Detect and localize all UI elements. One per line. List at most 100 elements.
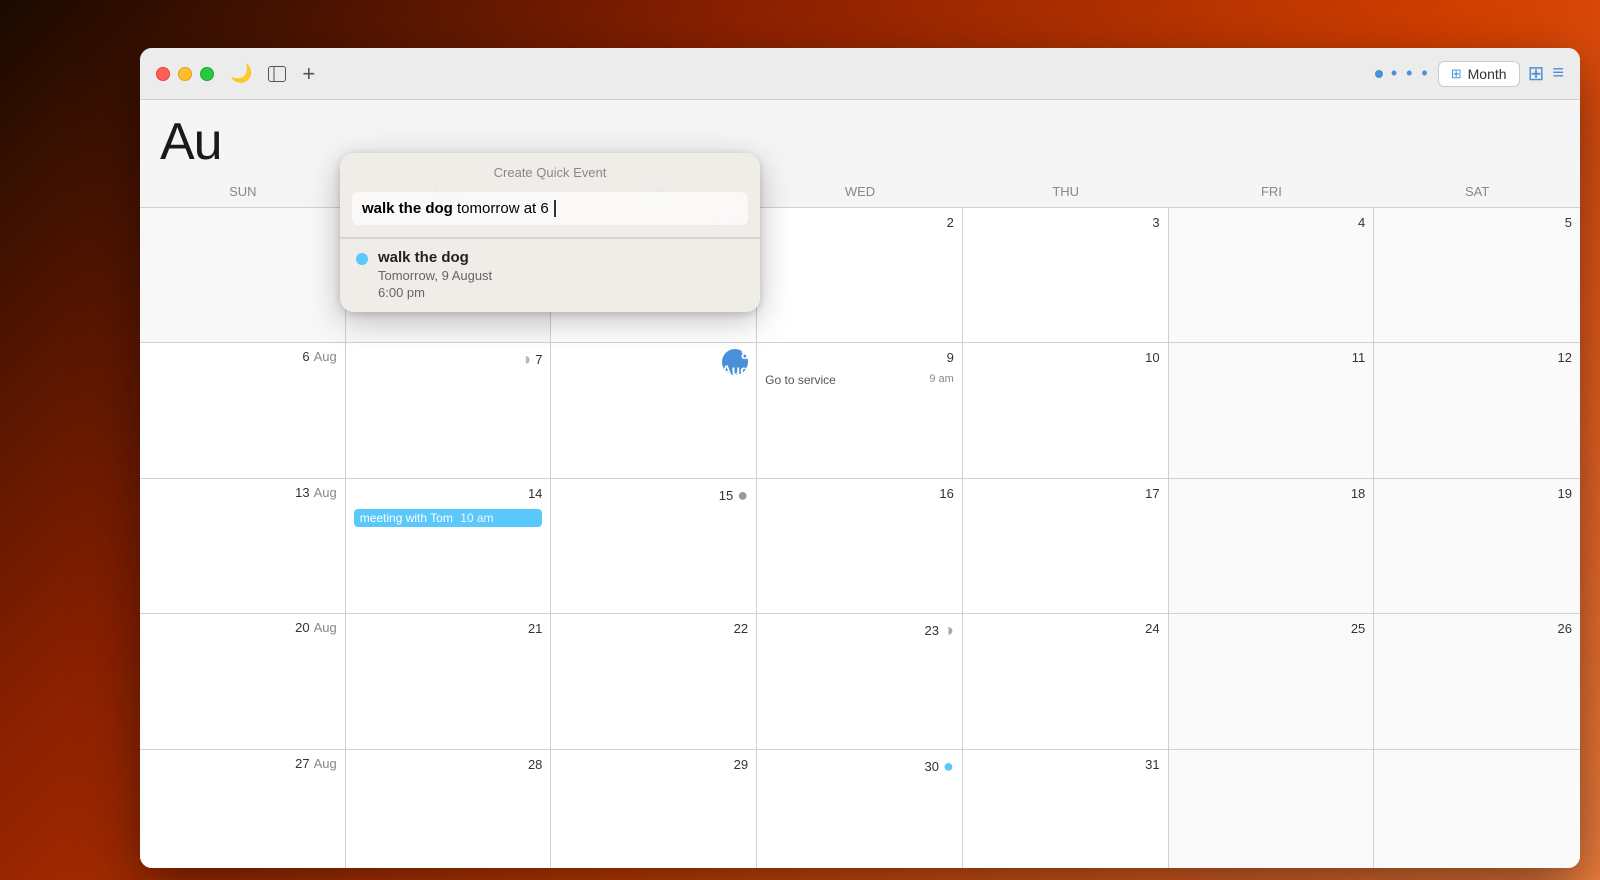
notification-dot — [1375, 70, 1383, 78]
grid-dots-icon: ⊞ — [1451, 66, 1462, 82]
date-27-num: 27 — [295, 756, 309, 771]
cell-aug15[interactable]: 15 ● — [551, 479, 757, 613]
date-25-num: 25 — [1351, 621, 1365, 636]
cell-aug20[interactable]: 20 Aug — [140, 614, 346, 748]
date-2-num: 2 — [947, 215, 954, 230]
cell-aug18[interactable]: 18 — [1169, 479, 1375, 613]
date-7-num: 7 — [535, 352, 542, 367]
cell-empty-next1[interactable] — [1169, 750, 1375, 868]
minimize-button[interactable] — [178, 67, 192, 81]
month-view-button[interactable]: ⊞ Month — [1438, 61, 1520, 87]
header-fri: FRI — [1169, 180, 1375, 203]
calendar-row-2: 6 Aug ◑ 7 8 Aug — [140, 343, 1580, 478]
suggestion-title: walk the dog — [378, 249, 492, 266]
desktop-background: 🌙 + • • • ⊞ Month ⊞ ≡ — [0, 0, 1600, 880]
cell-empty-1[interactable] — [140, 208, 346, 342]
date-29-num: 29 — [734, 757, 748, 772]
cell-aug19[interactable]: 19 — [1374, 479, 1580, 613]
event-service-text: Go to service — [765, 373, 836, 387]
dark-mode-icon[interactable]: 🌙 — [230, 63, 252, 84]
cell-aug24[interactable]: 24 — [963, 614, 1169, 748]
header-sat: SAT — [1374, 180, 1580, 203]
date-21-num: 21 — [528, 621, 542, 636]
cell-aug6[interactable]: 6 Aug — [140, 343, 346, 477]
date-26-num: 26 — [1558, 621, 1572, 636]
traffic-lights — [156, 67, 214, 81]
cell-aug7[interactable]: ◑ 7 — [346, 343, 552, 477]
date-5-num: 5 — [1565, 215, 1572, 230]
suggestion-time: 6:00 pm — [378, 285, 492, 300]
app-window: 🌙 + • • • ⊞ Month ⊞ ≡ — [140, 48, 1580, 868]
event-meeting-time: 10 am — [460, 511, 493, 525]
date-6-num: 6 — [302, 349, 309, 364]
dots-menu-icon[interactable]: • • • — [1391, 63, 1430, 84]
moon-aug15: ● — [737, 485, 748, 506]
date-18-num: 18 — [1351, 486, 1365, 501]
suggestion-color-dot — [356, 253, 368, 265]
cell-aug10[interactable]: 10 — [963, 343, 1169, 477]
cell-aug8[interactable]: 8 Aug — [551, 343, 757, 477]
cell-aug12[interactable]: 12 — [1374, 343, 1580, 477]
cell-aug5[interactable]: 5 — [1374, 208, 1580, 342]
cell-aug16[interactable]: 16 — [757, 479, 963, 613]
cell-aug3[interactable]: 3 — [963, 208, 1169, 342]
add-event-button[interactable]: + — [302, 61, 315, 87]
moon-aug23: ◑ — [943, 620, 954, 641]
date-9-num: 9 — [947, 350, 954, 365]
date-30-num: 30 — [925, 759, 939, 774]
popup-input-area: walk the dog tomorrow at 6 — [340, 188, 760, 237]
month-title-text: Au — [160, 113, 222, 171]
cell-aug22[interactable]: 22 — [551, 614, 757, 748]
popup-suggestion[interactable]: walk the dog Tomorrow, 9 August 6:00 pm — [340, 238, 760, 312]
date-19-num: 19 — [1558, 486, 1572, 501]
input-bold-text: walk the dog — [362, 200, 453, 217]
calendar-row-5: 27 Aug 28 29 30 ● — [140, 750, 1580, 868]
input-rest-text: tomorrow at 6 — [453, 200, 549, 217]
cell-aug30[interactable]: 30 ● — [757, 750, 963, 868]
cell-aug17[interactable]: 17 — [963, 479, 1169, 613]
cell-aug28[interactable]: 28 — [346, 750, 552, 868]
cell-aug29[interactable]: 29 — [551, 750, 757, 868]
cell-aug27[interactable]: 27 Aug — [140, 750, 346, 868]
moon-aug7: ◑ — [520, 349, 531, 370]
cell-aug11[interactable]: 11 — [1169, 343, 1375, 477]
suggestion-date: Tomorrow, 9 August — [378, 268, 492, 283]
maximize-button[interactable] — [200, 67, 214, 81]
event-go-to-service[interactable]: Go to service 9 am — [765, 371, 954, 387]
date-31-num: 31 — [1145, 757, 1159, 772]
date-20-num: 20 — [295, 620, 309, 635]
date-14-num: 14 — [528, 486, 542, 501]
app-grid-icon[interactable]: ⊞ — [1528, 61, 1545, 86]
close-button[interactable] — [156, 67, 170, 81]
cell-aug23[interactable]: 23 ◑ — [757, 614, 963, 748]
calendar-row-3: 13 Aug 14 meeting with Tom 10 am 15 — [140, 479, 1580, 614]
cell-aug13[interactable]: 13 Aug — [140, 479, 346, 613]
titlebar: 🌙 + • • • ⊞ Month ⊞ ≡ — [140, 48, 1580, 100]
date-20-label: Aug — [314, 620, 337, 635]
sidebar-toggle-icon[interactable] — [268, 66, 286, 82]
today-badge-8: 8 Aug — [722, 349, 748, 375]
cell-aug2[interactable]: 2 — [757, 208, 963, 342]
date-17-num: 17 — [1145, 486, 1159, 501]
quick-event-popup: Create Quick Event walk the dog tomorrow… — [340, 153, 760, 312]
cell-aug4[interactable]: 4 — [1169, 208, 1375, 342]
cell-aug26[interactable]: 26 — [1374, 614, 1580, 748]
cell-aug25[interactable]: 25 — [1169, 614, 1375, 748]
cell-aug14[interactable]: 14 meeting with Tom 10 am — [346, 479, 552, 613]
cell-aug9[interactable]: 9 Go to service 9 am — [757, 343, 963, 477]
header-sun: SUN — [140, 180, 346, 203]
date-22-num: 22 — [734, 621, 748, 636]
event-service-time: 9 am — [929, 373, 953, 385]
date-4-num: 4 — [1358, 215, 1365, 230]
popup-input-display[interactable]: walk the dog tomorrow at 6 — [352, 192, 748, 225]
date-28-num: 28 — [528, 757, 542, 772]
cell-aug21[interactable]: 21 — [346, 614, 552, 748]
date-10-num: 10 — [1145, 350, 1159, 365]
cell-aug31[interactable]: 31 — [963, 750, 1169, 868]
date-13-label: Aug — [314, 485, 337, 500]
hamburger-menu-icon[interactable]: ≡ — [1552, 62, 1564, 85]
date-12-num: 12 — [1558, 350, 1572, 365]
date-16-num: 16 — [939, 486, 953, 501]
event-meeting-tom[interactable]: meeting with Tom 10 am — [354, 509, 543, 527]
cell-empty-next2[interactable] — [1374, 750, 1580, 868]
